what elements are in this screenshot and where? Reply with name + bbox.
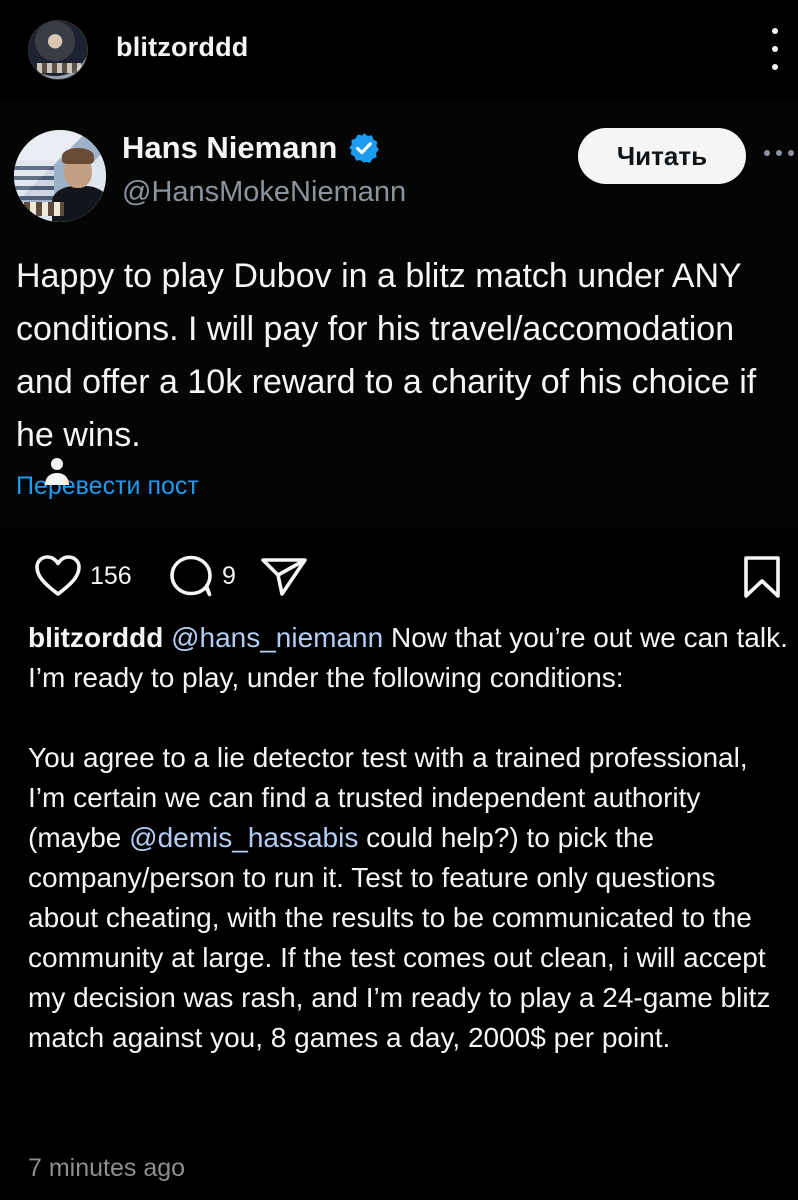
tweet-handle: @HansMokeNiemann [122, 176, 407, 208]
post-caption: blitzorddd @hans_niemann Now that you’re… [28, 618, 790, 1058]
tweet-text: Happy to play Dubov in a blitz match und… [16, 257, 757, 454]
post-timestamp: 7 minutes ago [28, 1154, 186, 1182]
person-icon [45, 458, 69, 485]
post-header: blitzorddd [0, 0, 798, 100]
horizontal-dots-icon [764, 150, 794, 156]
tweet-display-name: Hans Niemann [122, 130, 338, 165]
bookmark-icon[interactable] [742, 554, 782, 600]
caption-text: could help?) to pick the company/person … [28, 822, 771, 1053]
user-avatar[interactable] [28, 20, 88, 80]
follow-button: Читать [578, 128, 746, 184]
caption-paragraph: blitzorddd @hans_niemann Now that you’re… [28, 618, 790, 658]
vertical-dots-icon[interactable] [768, 28, 782, 70]
mention-link[interactable]: @demis_hassabis [129, 822, 358, 853]
like-count: 156 [90, 561, 132, 590]
tweet-name-row: Hans Niemann [122, 130, 381, 166]
comment-bubble-icon[interactable] [168, 554, 214, 598]
like-button[interactable]: 156 [34, 554, 132, 598]
save-button[interactable] [742, 554, 782, 600]
comment-button[interactable]: 9 [168, 554, 236, 598]
paper-plane-icon[interactable] [260, 556, 308, 598]
verified-badge-icon [349, 133, 380, 163]
caption-paragraph: I’m ready to play, under the following c… [28, 662, 624, 693]
caption-text: Now that you’re out we can talk. [383, 622, 788, 653]
post-actions: 156 9 [0, 540, 798, 610]
comment-count: 9 [222, 561, 236, 590]
embedded-tweet-image: Hans Niemann @HansMokeNiemann Читать Hap… [0, 100, 798, 528]
tweet-author-avatar [14, 130, 106, 222]
mention-link[interactable]: @hans_niemann [171, 622, 383, 653]
share-button[interactable] [260, 556, 308, 598]
caption-username[interactable]: blitzorddd [28, 622, 163, 653]
caption-paragraph: You agree to a lie detector test with a … [28, 738, 790, 1058]
heart-icon[interactable] [34, 554, 82, 598]
post-author-username[interactable]: blitzorddd [116, 32, 248, 63]
caption-spacer [28, 698, 790, 738]
